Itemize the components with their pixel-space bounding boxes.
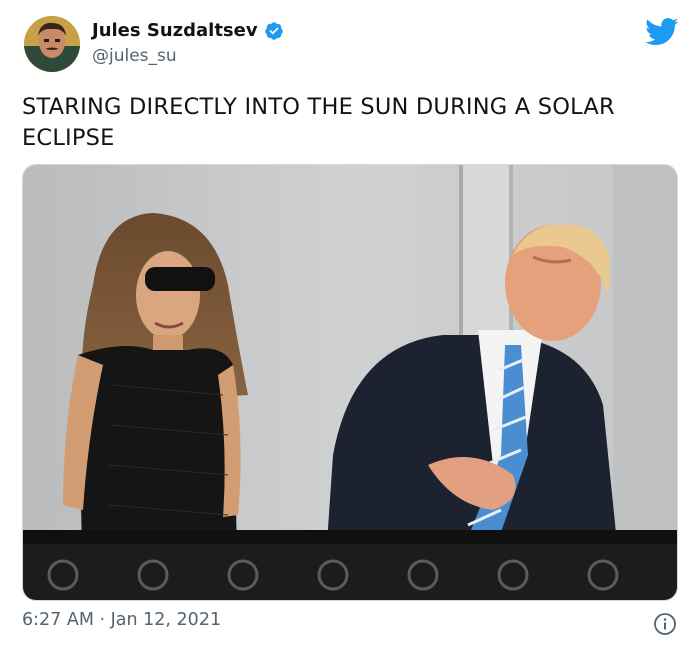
twitter-bird-icon[interactable]: [645, 18, 679, 46]
tweet-text: STARING DIRECTLY INTO THE SUN DURING A S…: [22, 94, 615, 151]
author-handle[interactable]: @jules_su: [92, 45, 284, 67]
author-display-name[interactable]: Jules Suzdaltsev: [92, 20, 258, 42]
info-icon[interactable]: [653, 612, 677, 636]
avatar-image: [24, 16, 80, 72]
tweet-photo: [23, 165, 677, 600]
author-info[interactable]: Jules Suzdaltsev @jules_su: [92, 20, 284, 67]
verified-badge-icon: [264, 22, 283, 40]
tweet-media[interactable]: [22, 164, 678, 601]
tweet-timestamp[interactable]: 6:27 AM · Jan 12, 2021: [22, 610, 221, 630]
avatar[interactable]: [24, 16, 80, 72]
